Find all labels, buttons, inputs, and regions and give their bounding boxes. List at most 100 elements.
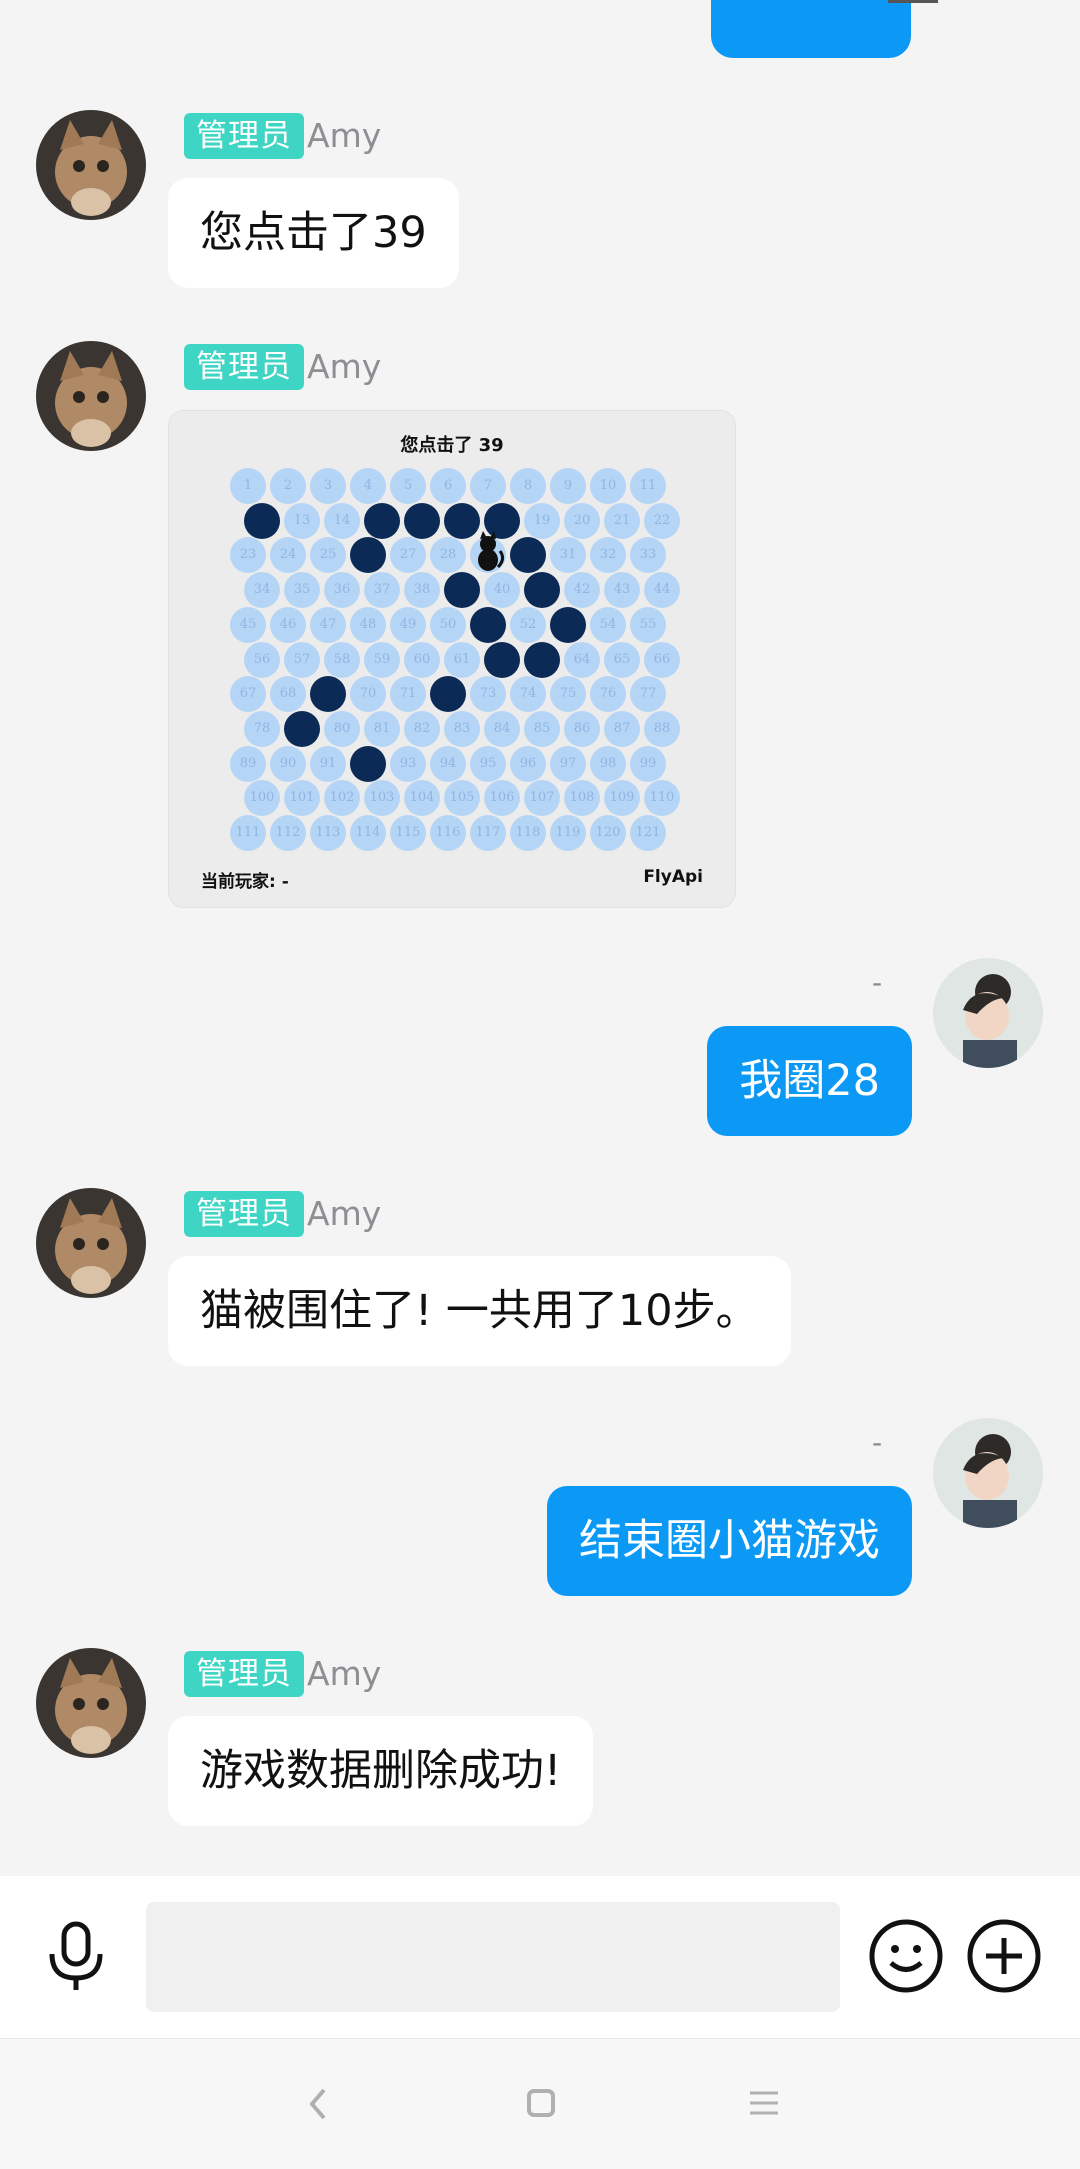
board-cell: 31 bbox=[550, 537, 586, 574]
board-cell: 10 bbox=[590, 468, 626, 504]
previous-message-indicator bbox=[888, 0, 938, 3]
board-cell: 66 bbox=[644, 641, 680, 678]
board-cell: 95 bbox=[470, 745, 506, 782]
message-bubble[interactable]: 我圈28 bbox=[707, 1026, 912, 1136]
board-cell: 50 bbox=[430, 606, 466, 643]
board-cell: 45 bbox=[230, 606, 266, 643]
board-cell: 83 bbox=[444, 710, 480, 747]
board-cell: 70 bbox=[350, 676, 386, 713]
board-cell: 4 bbox=[350, 468, 386, 504]
board-cell: 73 bbox=[470, 676, 506, 713]
board-cell: 102 bbox=[324, 780, 360, 817]
board-cell-blocked: 79 bbox=[284, 710, 320, 747]
board-cell-blocked: 39 bbox=[444, 572, 480, 609]
board-cell-blocked: 92 bbox=[350, 745, 386, 782]
admin-badge: 管理员 bbox=[184, 113, 304, 159]
board-cell: 55 bbox=[630, 606, 666, 643]
cat-icon bbox=[478, 531, 505, 572]
avatar-amy[interactable] bbox=[36, 110, 146, 220]
board-cell: 14 bbox=[324, 502, 360, 539]
microphone-icon[interactable] bbox=[44, 1920, 108, 1994]
board-cell: 75 bbox=[550, 676, 586, 713]
board-cell: 54 bbox=[590, 606, 626, 643]
board-cell: 8 bbox=[510, 468, 546, 504]
board-cell: 34 bbox=[244, 572, 280, 609]
avatar-user[interactable] bbox=[933, 958, 1043, 1068]
brand-label: FlyApi bbox=[643, 867, 703, 887]
board-cell: 106 bbox=[484, 780, 520, 817]
board-cell: 101 bbox=[284, 780, 320, 817]
game-board-image[interactable]: 您点击了 39 1 2 3 4 5 6 7 8 9 10 11 12 13 14 15 16 17 18 19 20 2… bbox=[168, 410, 736, 908]
board-cell: 76 bbox=[590, 676, 626, 713]
board-cell: 65 bbox=[604, 641, 640, 678]
avatar-amy[interactable] bbox=[36, 341, 146, 451]
board-cell: 84 bbox=[484, 710, 520, 747]
board-cell: 96 bbox=[510, 745, 546, 782]
board-cell: 99 bbox=[630, 745, 666, 782]
admin-badge: 管理员 bbox=[184, 1651, 304, 1697]
board-cell: 25 bbox=[310, 537, 346, 574]
plus-icon[interactable] bbox=[966, 1918, 1042, 1994]
board-cell: 48 bbox=[350, 606, 386, 643]
board-cell: 98 bbox=[590, 745, 626, 782]
board-cell: 59 bbox=[364, 641, 400, 678]
message-bubble[interactable]: 结束圈小猫游戏 bbox=[547, 1486, 912, 1596]
board-cell: 68 bbox=[270, 676, 306, 713]
board-cell: 108 bbox=[564, 780, 600, 817]
board-cell: 116 bbox=[430, 815, 466, 851]
back-chevron-icon[interactable] bbox=[306, 2086, 330, 2122]
board-cell-blocked: 15 bbox=[364, 502, 400, 539]
sender-name: - bbox=[872, 1426, 883, 1459]
admin-badge: 管理员 bbox=[184, 344, 304, 390]
board-cell: 46 bbox=[270, 606, 306, 643]
board-cell: 88 bbox=[644, 710, 680, 747]
board-cell: 114 bbox=[350, 815, 386, 851]
board-cell: 77 bbox=[630, 676, 666, 713]
avatar-user[interactable] bbox=[933, 1418, 1043, 1528]
board-cell: 103 bbox=[364, 780, 400, 817]
board-cell: 9 bbox=[550, 468, 586, 504]
board-cell: 20 bbox=[564, 502, 600, 539]
board-cell: 2 bbox=[270, 468, 306, 504]
board-cell: 71 bbox=[390, 676, 426, 713]
smiley-icon[interactable] bbox=[868, 1918, 944, 1994]
board-cell: 87 bbox=[604, 710, 640, 747]
avatar-amy[interactable] bbox=[36, 1648, 146, 1758]
message-input[interactable] bbox=[146, 1902, 840, 2012]
board-cell: 23 bbox=[230, 537, 266, 574]
board-cell-blocked: 12 bbox=[244, 502, 280, 539]
board-cell: 60 bbox=[404, 641, 440, 678]
previous-message-bubble bbox=[711, 0, 911, 58]
board-cell: 21 bbox=[604, 502, 640, 539]
board-cell-blocked: 30 bbox=[510, 537, 546, 574]
board-cell: 85 bbox=[524, 710, 560, 747]
sender-name: Amy bbox=[307, 1654, 382, 1693]
board-cell-blocked: 53 bbox=[550, 606, 586, 643]
board-cell: 112 bbox=[270, 815, 306, 851]
home-square-icon[interactable] bbox=[526, 2088, 556, 2118]
avatar-amy[interactable] bbox=[36, 1188, 146, 1298]
board-cell-blocked: 51 bbox=[470, 606, 506, 643]
board-cell: 61 bbox=[444, 641, 480, 678]
board-cell: 42 bbox=[564, 572, 600, 609]
board-cell-blocked: 16 bbox=[404, 502, 440, 539]
board-cell: 86 bbox=[564, 710, 600, 747]
sender-name: - bbox=[872, 966, 883, 999]
board-cell: 91 bbox=[310, 745, 346, 782]
message-bubble[interactable]: 您点击了39 bbox=[168, 178, 459, 288]
board-cell: 28 bbox=[430, 537, 466, 574]
board-cell: 47 bbox=[310, 606, 346, 643]
board-cell: 90 bbox=[270, 745, 306, 782]
board-cell: 94 bbox=[430, 745, 466, 782]
menu-lines-icon[interactable] bbox=[748, 2090, 780, 2116]
board-cell: 58 bbox=[324, 641, 360, 678]
board-cell-blocked: 26 bbox=[350, 537, 386, 574]
board-cell: 3 bbox=[310, 468, 346, 504]
message-bubble[interactable]: 猫被围住了! 一共用了10步。 bbox=[168, 1256, 791, 1366]
board-cell: 100 bbox=[244, 780, 280, 817]
board-cell: 7 bbox=[470, 468, 506, 504]
board-cell-blocked: 41 bbox=[524, 572, 560, 609]
message-bubble[interactable]: 游戏数据删除成功! bbox=[168, 1716, 594, 1826]
board-cell: 67 bbox=[230, 676, 266, 713]
board-cell: 111 bbox=[230, 815, 266, 851]
